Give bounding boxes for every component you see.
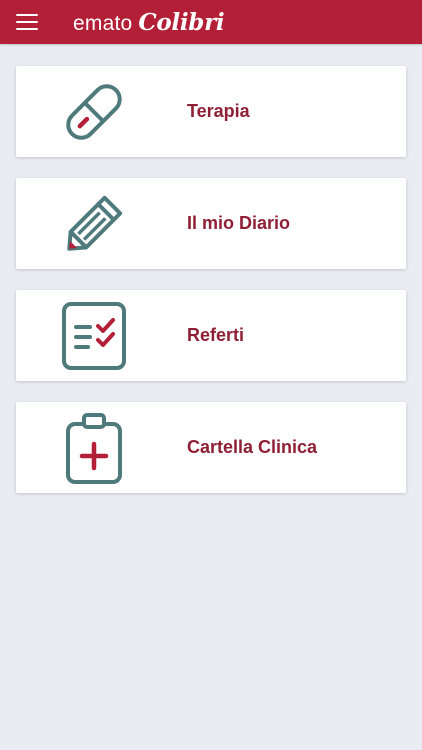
checklist-icon-graphic [62,302,126,370]
hamburger-menu-icon[interactable] [16,14,38,30]
pencil-icon [56,186,132,262]
brand-name: Colibri [138,9,225,36]
checklist-icon [56,298,132,374]
menu-card-label: Terapia [187,101,250,121]
medical-clipboard-icon-graphic [66,413,122,484]
menu-line [16,21,38,23]
pill-icon-graphic [66,84,122,140]
menu-card-label: Cartella Clinica [187,437,318,457]
brand-prefix: emato [73,12,133,35]
menu-card-diario[interactable]: Il mio Diario [16,178,406,269]
menu-line [16,14,38,16]
pencil-icon-graphic [67,195,123,251]
app-logo: emato Colibri [73,8,225,38]
pill-icon [56,74,132,150]
menu-card-cartella-clinica[interactable]: Cartella Clinica [16,402,406,493]
menu-card-label: Referti [187,325,245,345]
menu-card-referti[interactable]: Referti [16,290,406,381]
menu-card-label: Il mio Diario [187,213,291,233]
app-header: emato Colibri [0,0,422,44]
medical-clipboard-icon [56,410,132,486]
menu-line [16,28,38,30]
menu-card-terapia[interactable]: Terapia [16,66,406,157]
